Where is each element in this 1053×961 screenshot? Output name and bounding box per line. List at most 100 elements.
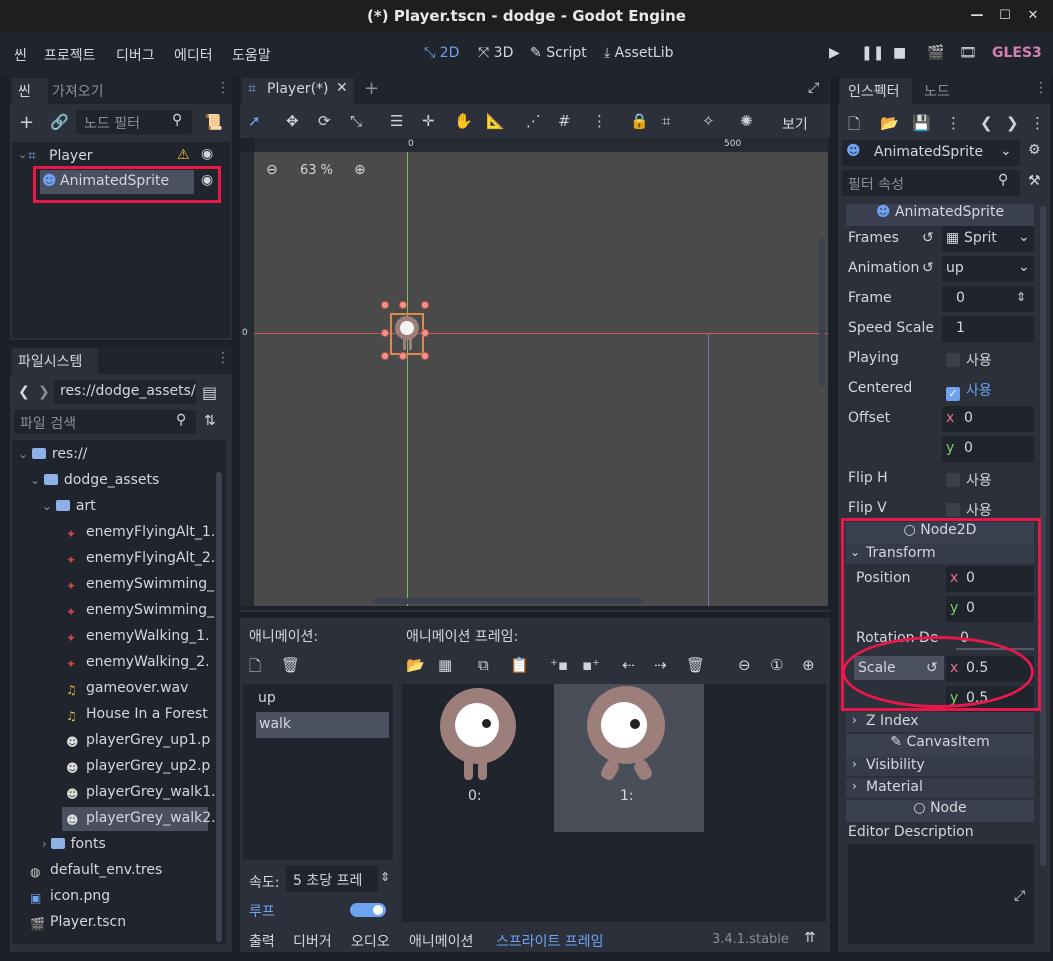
zoom-level[interactable]: 63 %: [300, 163, 333, 178]
reset-icon[interactable]: ↺: [922, 230, 934, 246]
filesystem-scrollbar[interactable]: [216, 472, 222, 942]
menu-editor[interactable]: 에디터: [174, 45, 213, 65]
file-item[interactable]: › fonts: [42, 836, 106, 852]
new-resource-icon[interactable]: 🗋: [848, 114, 860, 139]
stop-icon[interactable]: ■: [893, 45, 906, 61]
animation-item-up[interactable]: up: [258, 690, 276, 706]
frames-resource[interactable]: ▦ Sprit ⌄: [942, 226, 1034, 252]
grid-snap-icon[interactable]: #: [558, 112, 571, 130]
file-item[interactable]: ♫ gameover.wav: [66, 680, 188, 697]
bottom-tab-audio[interactable]: 오디오: [351, 931, 390, 951]
viewport-hscroll[interactable]: [374, 598, 642, 604]
view-menu[interactable]: 보기: [782, 114, 808, 134]
tree-node-player[interactable]: Player: [49, 148, 93, 164]
node-filter-input[interactable]: 노드 필터 ⚲: [76, 110, 192, 134]
delete-animation-icon[interactable]: 🗑: [281, 656, 300, 674]
play-icon[interactable]: ▶: [829, 45, 840, 61]
file-item[interactable]: ✦ enemyWalking_2.: [66, 654, 210, 671]
resize-handle[interactable]: [381, 352, 389, 360]
loop-toggle[interactable]: [350, 903, 386, 917]
resize-handle[interactable]: [421, 301, 429, 309]
file-search-input[interactable]: 파일 검색 ⚲: [14, 410, 196, 434]
split-view-icon[interactable]: ▤: [202, 383, 217, 402]
collapse-arrow-icon[interactable]: ⌄: [18, 148, 27, 161]
insert-before-icon[interactable]: ⁺▪: [550, 656, 568, 674]
history-forward-icon[interactable]: ❯: [1006, 114, 1019, 132]
doc-icon[interactable]: ⚙: [1028, 142, 1041, 158]
warning-icon[interactable]: ⚠: [177, 147, 190, 163]
pin-panel-icon[interactable]: ⇈: [804, 930, 816, 946]
history-icon[interactable]: ⋮: [1030, 114, 1045, 132]
pause-icon[interactable]: ❚❚: [861, 45, 884, 61]
play-scene-icon[interactable]: 🎬: [927, 45, 944, 61]
file-item[interactable]: ▣ icon.png: [30, 888, 110, 905]
resize-handle[interactable]: [421, 352, 429, 360]
resize-handle[interactable]: [381, 301, 389, 309]
paste-frame-icon[interactable]: 📋: [510, 656, 529, 674]
sort-icon[interactable]: ⇅: [204, 413, 216, 429]
file-item[interactable]: ✦ enemyWalking_1.: [66, 628, 210, 645]
file-item[interactable]: ⌄ dodge_assets: [30, 472, 159, 488]
path-field[interactable]: res://dodge_assets/: [54, 380, 196, 404]
spritesheet-icon[interactable]: ▦: [438, 656, 452, 674]
attach-script-icon[interactable]: 📜: [204, 113, 223, 131]
scale-tool-icon[interactable]: ⤡: [350, 112, 362, 130]
fullscreen-icon[interactable]: ⤢: [808, 80, 819, 96]
more-options-icon[interactable]: ⋮: [592, 112, 607, 130]
copy-frame-icon[interactable]: ⧉: [478, 656, 489, 674]
editor-description-field[interactable]: ⤢: [848, 844, 1034, 944]
workspace-3d[interactable]: ⤧ 3D: [478, 45, 513, 61]
panel-menu-icon[interactable]: ⋮: [1034, 80, 1048, 96]
renderer-badge[interactable]: GLES3: [992, 45, 1042, 61]
panel-menu-icon[interactable]: ⋮: [216, 80, 230, 96]
close-tab-icon[interactable]: ✕: [336, 80, 348, 96]
menu-project[interactable]: 프로젝트: [44, 45, 96, 65]
file-item[interactable]: ✦ enemyFlyingAlt_2.: [66, 550, 215, 567]
forward-arrow-icon[interactable]: ❯: [38, 384, 50, 400]
resize-handle[interactable]: [399, 352, 407, 360]
fliph-checkbox[interactable]: 사용: [942, 466, 1034, 492]
file-item[interactable]: ☻ playerGrey_walk2.: [66, 810, 216, 827]
bottom-tab-animation[interactable]: 애니메이션: [409, 931, 473, 951]
viewport-vscroll[interactable]: [819, 238, 825, 386]
collapse-arrow-icon[interactable]: ›: [42, 837, 51, 851]
object-selector[interactable]: ☻ AnimatedSprite ⌄: [842, 140, 1020, 166]
add-node-icon[interactable]: +: [19, 112, 34, 133]
insert-after-icon[interactable]: ▪⁺: [582, 656, 600, 674]
offset-x-field[interactable]: x 0: [942, 406, 1034, 432]
zoom-in-icon[interactable]: ⊕: [802, 656, 815, 674]
bottom-tab-output[interactable]: 출력: [249, 931, 275, 951]
new-animation-icon[interactable]: 🗋: [249, 656, 261, 681]
resize-handle[interactable]: [399, 301, 407, 309]
collapse-arrow-icon[interactable]: ⌄: [30, 473, 44, 487]
playing-checkbox[interactable]: 사용: [942, 346, 1034, 372]
pivot-icon[interactable]: ✛: [422, 112, 435, 130]
workspace-script[interactable]: ✎ Script: [530, 45, 587, 61]
group-icon[interactable]: ⌗: [662, 112, 670, 130]
rotate-tool-icon[interactable]: ⟳: [318, 112, 331, 130]
resize-handle[interactable]: [381, 329, 389, 337]
camera-icon[interactable]: ✺: [740, 112, 753, 130]
zoom-out-icon[interactable]: ⊖: [738, 656, 751, 674]
bottom-tab-spriteframes[interactable]: 스프라이트 프레임: [496, 931, 604, 951]
file-item[interactable]: ✦ enemySwimming_: [66, 602, 214, 619]
tab-node[interactable]: 노드: [924, 81, 950, 101]
zoom-in-icon[interactable]: ⊕: [354, 162, 366, 178]
section-node[interactable]: ○ Node: [846, 800, 1034, 822]
zoom-out-icon[interactable]: ⊖: [266, 162, 278, 178]
open-resource-icon[interactable]: 📂: [880, 114, 899, 132]
animation-item-walk[interactable]: walk: [259, 716, 291, 732]
file-item[interactable]: ☻ playerGrey_up2.p: [66, 758, 210, 775]
history-back-icon[interactable]: ❮: [980, 114, 993, 132]
file-item[interactable]: ☻ playerGrey_up1.p: [66, 732, 210, 749]
lock-icon[interactable]: 🔒: [630, 112, 649, 130]
tool-settings-icon[interactable]: ⚒: [1028, 173, 1041, 189]
canvas-2d[interactable]: [254, 152, 828, 606]
pan-icon[interactable]: ✋: [454, 112, 473, 130]
bone-icon[interactable]: ✧: [702, 112, 715, 130]
menu-help[interactable]: 도움말: [232, 45, 271, 65]
panel-menu-icon[interactable]: ⋮: [216, 350, 230, 366]
list-select-icon[interactable]: ☰: [390, 112, 403, 130]
file-item[interactable]: ⌄ art: [42, 498, 96, 514]
animation-dropdown[interactable]: up ⌄: [942, 256, 1034, 282]
